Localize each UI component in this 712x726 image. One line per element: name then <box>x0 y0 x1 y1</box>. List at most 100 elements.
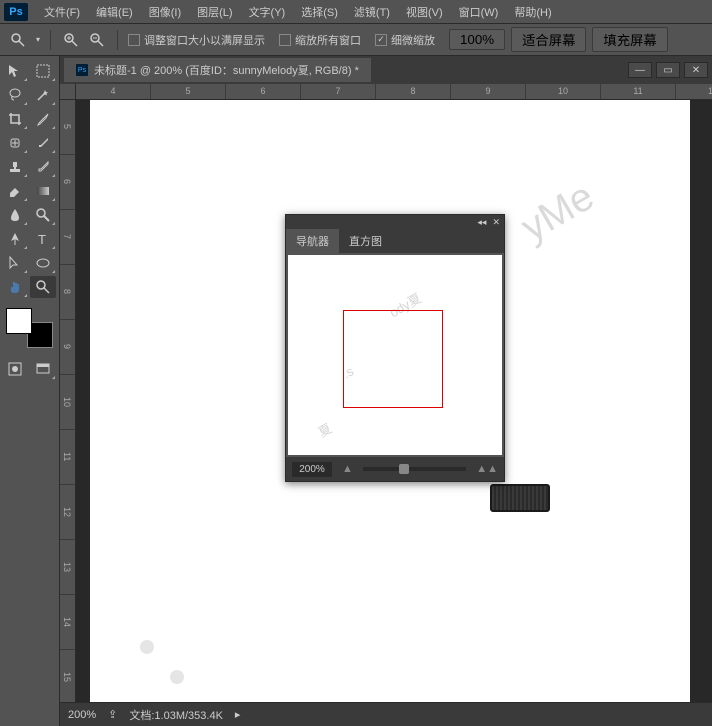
zoom-in-mountain-icon[interactable]: ▲▲ <box>476 463 498 475</box>
stamp-tool[interactable] <box>2 156 28 178</box>
blur-tool[interactable] <box>2 204 28 226</box>
document-title: 未标题-1 @ 200% (百度ID：sunnyMelody夏, RGB/8) … <box>94 62 359 78</box>
options-bar: ▾ 调整窗口大小以满屏显示 缩放所有窗口 细微缩放 100% 适合屏幕 填充屏幕 <box>0 24 712 56</box>
scrubby-zoom-label: 细微缩放 <box>391 32 435 48</box>
tab-histogram[interactable]: 直方图 <box>339 229 392 253</box>
tool-preset-dropdown[interactable]: ▾ <box>36 35 40 44</box>
share-icon[interactable]: ⇪ <box>108 708 117 721</box>
minimize-button[interactable]: — <box>628 62 652 78</box>
menu-window[interactable]: 窗口(W) <box>451 2 507 22</box>
workspace: T Ps 未标题-1 @ 200% (百度ID：sunnyMelody夏, RG… <box>0 56 712 726</box>
navigator-footer: 200% ▲ ▲▲ <box>286 457 504 481</box>
status-dropdown-icon[interactable]: ▸ <box>235 708 241 721</box>
ruler-tick: 6 <box>60 155 75 210</box>
ruler-tick: 5 <box>60 100 75 155</box>
horizontal-ruler[interactable]: 4 5 6 7 8 9 10 11 12 13 14 15 <box>76 84 712 100</box>
ps-doc-icon: Ps <box>76 64 88 76</box>
fill-screen-button[interactable]: 填充屏幕 <box>592 27 667 52</box>
status-bar: 200% ⇪ 文档:1.03M/353.4K ▸ <box>60 702 712 726</box>
path-select-tool[interactable] <box>2 252 28 274</box>
magic-wand-tool[interactable] <box>30 84 56 106</box>
brush-tool[interactable] <box>30 132 56 154</box>
ruler-tick: 4 <box>76 84 151 99</box>
close-button[interactable]: ✕ <box>684 62 708 78</box>
quickmask-tool[interactable] <box>2 358 28 380</box>
window-controls: — ▭ ✕ <box>628 62 708 78</box>
navigator-panel[interactable]: ◂◂ ✕ 导航器 直方图 ody夏 .s 夏 200% ▲ ▲▲ <box>285 214 505 482</box>
toolbox: T <box>0 56 60 726</box>
menu-filter[interactable]: 滤镜(T) <box>346 2 398 22</box>
ruler-tick: 9 <box>451 84 526 99</box>
shape-tool[interactable] <box>30 252 56 274</box>
move-tool[interactable] <box>2 60 28 82</box>
panel-collapse-icon[interactable]: ◂◂ <box>477 217 486 228</box>
scrubby-zoom-option[interactable]: 细微缩放 <box>375 32 435 48</box>
zoom-out-mountain-icon[interactable]: ▲ <box>342 463 353 475</box>
menu-help[interactable]: 帮助(H) <box>506 2 559 22</box>
canvas-viewport[interactable]: 4 5 6 7 8 9 10 11 12 13 14 15 5 6 7 8 9 … <box>60 84 712 702</box>
document-tab[interactable]: Ps 未标题-1 @ 200% (百度ID：sunnyMelody夏, RGB/… <box>64 58 371 82</box>
menu-view[interactable]: 视图(V) <box>398 2 451 22</box>
app-logo: Ps <box>4 3 28 21</box>
resize-windows-option[interactable]: 调整窗口大小以满屏显示 <box>128 32 265 48</box>
panel-tabs: 导航器 直方图 <box>286 229 504 253</box>
ruler-tick: 12 <box>60 485 75 540</box>
checkbox-icon[interactable] <box>375 34 387 46</box>
tab-navigator[interactable]: 导航器 <box>286 229 339 253</box>
zoom-tool[interactable] <box>30 276 56 298</box>
zoom-slider[interactable] <box>363 467 466 471</box>
navigator-zoom-value[interactable]: 200% <box>292 462 332 477</box>
canvas-dot <box>170 670 184 684</box>
canvas-dot <box>140 640 154 654</box>
menu-file[interactable]: 文件(F) <box>36 2 88 22</box>
vertical-ruler[interactable]: 5 6 7 8 9 10 11 12 13 14 15 <box>60 100 76 702</box>
ruler-tick: 14 <box>60 595 75 650</box>
eraser-tool[interactable] <box>2 180 28 202</box>
lasso-tool[interactable] <box>2 84 28 106</box>
zoom-slider-thumb[interactable] <box>399 464 409 474</box>
ruler-tick: 15 <box>60 650 75 702</box>
checkbox-icon[interactable] <box>128 34 140 46</box>
panel-header[interactable]: ◂◂ ✕ <box>286 215 504 229</box>
menu-type[interactable]: 文字(Y) <box>241 2 294 22</box>
zoom-all-label: 缩放所有窗口 <box>295 32 361 48</box>
resize-windows-label: 调整窗口大小以满屏显示 <box>144 32 265 48</box>
foreground-color-swatch[interactable] <box>6 308 32 334</box>
zoom-tool-icon[interactable] <box>8 30 28 50</box>
color-swatches[interactable] <box>6 308 53 348</box>
navigator-preview[interactable]: ody夏 .s 夏 <box>288 255 502 455</box>
panel-close-icon[interactable]: ✕ <box>492 217 500 228</box>
ruler-tick: 12 <box>676 84 712 99</box>
document-area: Ps 未标题-1 @ 200% (百度ID：sunnyMelody夏, RGB/… <box>60 56 712 726</box>
divider <box>117 30 118 50</box>
fit-screen-button[interactable]: 适合屏幕 <box>511 27 586 52</box>
status-doc-info[interactable]: 文档:1.03M/353.4K <box>129 707 223 723</box>
type-tool[interactable]: T <box>30 228 56 250</box>
marquee-tool[interactable] <box>30 60 56 82</box>
crop-tool[interactable] <box>2 108 28 130</box>
healing-tool[interactable] <box>2 132 28 154</box>
menu-select[interactable]: 选择(S) <box>293 2 346 22</box>
ruler-tick: 7 <box>301 84 376 99</box>
ruler-tick: 10 <box>526 84 601 99</box>
pen-tool[interactable] <box>2 228 28 250</box>
ruler-tick: 8 <box>376 84 451 99</box>
hand-tool[interactable] <box>2 276 28 298</box>
dodge-tool[interactable] <box>30 204 56 226</box>
zoom-100-button[interactable]: 100% <box>449 29 505 50</box>
gradient-tool[interactable] <box>30 180 56 202</box>
navigator-view-box[interactable] <box>343 310 443 408</box>
zoom-out-icon[interactable] <box>87 30 107 50</box>
checkbox-icon[interactable] <box>279 34 291 46</box>
menu-image[interactable]: 图像(I) <box>141 2 189 22</box>
zoom-in-icon[interactable] <box>61 30 81 50</box>
ruler-corner <box>60 84 76 100</box>
screenmode-tool[interactable] <box>30 358 56 380</box>
status-zoom[interactable]: 200% <box>68 709 96 721</box>
menu-edit[interactable]: 编辑(E) <box>88 2 141 22</box>
maximize-button[interactable]: ▭ <box>656 62 680 78</box>
eyedropper-tool[interactable] <box>30 108 56 130</box>
menu-layer[interactable]: 图层(L) <box>189 2 240 22</box>
history-brush-tool[interactable] <box>30 156 56 178</box>
zoom-all-option[interactable]: 缩放所有窗口 <box>279 32 361 48</box>
